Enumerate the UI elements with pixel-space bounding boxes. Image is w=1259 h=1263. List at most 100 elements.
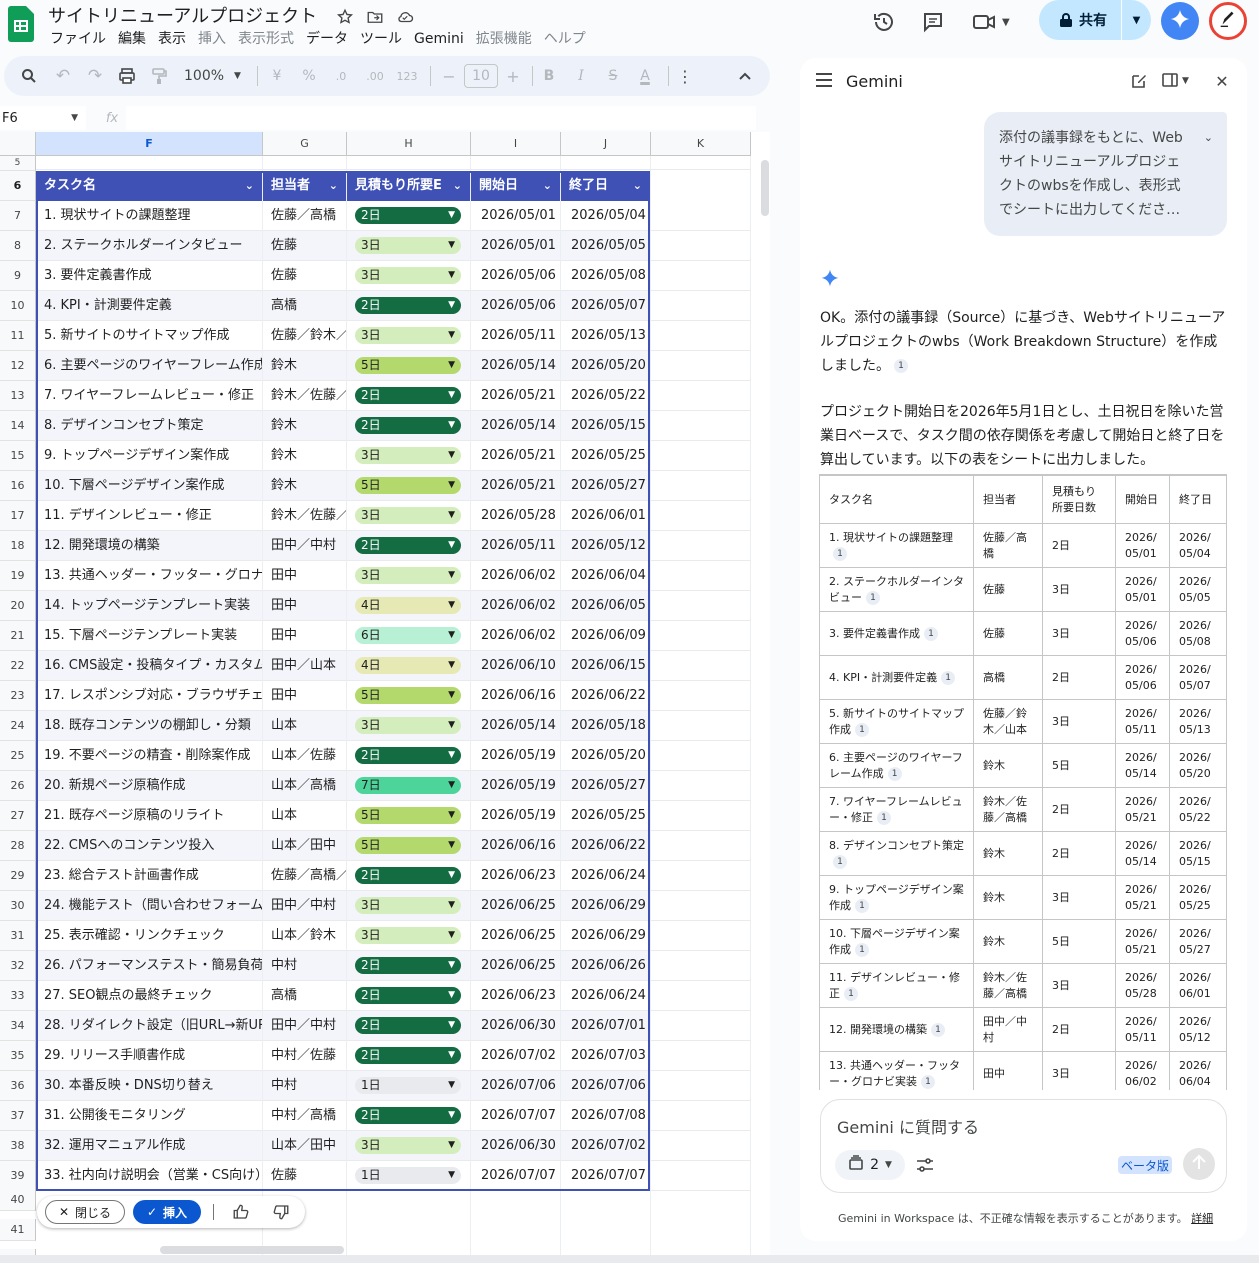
table-cell[interactable]: 高橋: [263, 981, 347, 1011]
table-cell[interactable]: 17. レスポンシブ対応・ブラウザチェック: [36, 681, 263, 711]
estimate-cell[interactable]: 2日 ▼: [347, 411, 471, 441]
table-cell[interactable]: 2026/06/24: [561, 861, 651, 891]
currency-format-button[interactable]: ¥: [266, 56, 288, 96]
menu-item[interactable]: 表示形式: [232, 28, 300, 50]
table-cell[interactable]: 2026/07/03: [561, 1041, 651, 1071]
empty-cell[interactable]: [651, 921, 751, 951]
row-header[interactable]: 24: [0, 711, 36, 741]
empty-cell[interactable]: [651, 351, 751, 381]
undo-icon[interactable]: ↶: [52, 56, 74, 96]
dropdown-chip[interactable]: 1日 ▼: [355, 1077, 461, 1094]
sheets-logo[interactable]: [8, 6, 34, 42]
table-cell[interactable]: 14. トップページテンプレート実装: [36, 591, 263, 621]
table-cell[interactable]: 6. 主要ページのワイヤーフレーム作成: [36, 351, 263, 381]
dropdown-chip[interactable]: 5日 ▼: [355, 837, 461, 854]
dropdown-chip[interactable]: 2日 ▼: [355, 387, 461, 404]
table-cell[interactable]: 2026/06/02: [471, 621, 561, 651]
dropdown-chip[interactable]: 6日 ▼: [355, 627, 461, 644]
more-formats-button[interactable]: 123: [394, 56, 420, 96]
row-header[interactable]: 21: [0, 621, 36, 651]
table-cell[interactable]: 16. CMS設定・投稿タイプ・カスタム: [36, 651, 263, 681]
table-cell[interactable]: 2026/07/01: [561, 1011, 651, 1041]
spreadsheet-grid[interactable]: FGHIJK 5 6 タスク名 ⌄ 担当者 ⌄ 見積もり所要E ⌄ 開始日 ⌄ 終了日 ⌄ 7 1. 現状…: [0, 132, 770, 1263]
estimate-cell[interactable]: 2日 ▼: [347, 381, 471, 411]
estimate-cell[interactable]: 3日 ▼: [347, 921, 471, 951]
table-cell[interactable]: 2026/05/20: [561, 351, 651, 381]
menu-item[interactable]: Gemini: [408, 28, 470, 50]
table-cell[interactable]: 2. ステークホルダーインタビュー: [36, 231, 263, 261]
table-cell[interactable]: 31. 公開後モニタリング: [36, 1101, 263, 1131]
meet-button[interactable]: ▼: [972, 8, 1010, 36]
thumbs-up-icon[interactable]: [229, 1200, 253, 1224]
table-cell[interactable]: 鈴木: [263, 471, 347, 501]
table-cell[interactable]: 2026/06/23: [471, 861, 561, 891]
font-size-decrease-icon[interactable]: −: [438, 56, 460, 96]
menu-item[interactable]: 挿入: [192, 28, 232, 50]
table-cell[interactable]: 山本／佐藤: [263, 741, 347, 771]
empty-cell[interactable]: [651, 801, 751, 831]
citation-chip[interactable]: 1: [866, 590, 880, 605]
table-cell[interactable]: 24. 機能テスト（問い合わせフォーム: [36, 891, 263, 921]
table-cell[interactable]: 田中: [263, 591, 347, 621]
table-cell[interactable]: 中村／高橋: [263, 1101, 347, 1131]
dropdown-chip[interactable]: 2日 ▼: [355, 207, 461, 224]
table-cell[interactable]: 26. パフォーマンステスト・簡易負荷: [36, 951, 263, 981]
row-header[interactable]: 5: [0, 156, 36, 171]
table-cell[interactable]: 2026/06/02: [471, 561, 561, 591]
dropdown-chip[interactable]: 2日 ▼: [355, 987, 461, 1004]
horizontal-scrollbar[interactable]: [160, 1246, 344, 1254]
estimate-cell[interactable]: 2日 ▼: [347, 1011, 471, 1041]
prompt-input-placeholder[interactable]: Gemini に質問する: [837, 1114, 979, 1138]
version-history-icon[interactable]: [870, 8, 898, 36]
paint-format-icon[interactable]: [148, 56, 170, 96]
table-cell[interactable]: 2026/06/29: [561, 891, 651, 921]
table-cell[interactable]: 田中／中村: [263, 891, 347, 921]
dropdown-chip[interactable]: 2日 ▼: [355, 957, 461, 974]
table-cell[interactable]: 佐藤／高橋／: [263, 861, 347, 891]
redo-icon[interactable]: ↷: [84, 56, 106, 96]
dropdown-chip[interactable]: 3日 ▼: [355, 237, 461, 254]
empty-cell[interactable]: [651, 291, 751, 321]
table-cell[interactable]: 2026/05/04: [561, 201, 651, 231]
table-cell[interactable]: 2026/06/04: [561, 561, 651, 591]
row-header[interactable]: 31: [0, 921, 36, 951]
table-cell[interactable]: 鈴木: [263, 441, 347, 471]
new-chat-icon[interactable]: [1128, 70, 1150, 92]
dropdown-chip[interactable]: 5日 ▼: [355, 687, 461, 704]
table-cell[interactable]: 2026/06/24: [561, 981, 651, 1011]
empty-cell[interactable]: [651, 681, 751, 711]
citation-chip[interactable]: 1: [921, 1074, 935, 1089]
select-all-corner[interactable]: [0, 132, 36, 156]
sources-chip[interactable]: 2 ▼: [835, 1150, 905, 1180]
row-header[interactable]: 15: [0, 441, 36, 471]
table-column-header[interactable]: 開始日 ⌄: [471, 171, 561, 201]
table-cell[interactable]: 2026/06/01: [561, 501, 651, 531]
table-cell[interactable]: 33. 社内向け説明会（営業・CS向け）: [36, 1161, 263, 1191]
table-cell[interactable]: 佐藤／高橋: [263, 201, 347, 231]
dropdown-chip[interactable]: 2日 ▼: [355, 1107, 461, 1124]
insert-button[interactable]: ✓ 挿入: [133, 1200, 201, 1224]
menu-item[interactable]: ヘルプ: [538, 28, 592, 50]
table-cell[interactable]: 2026/05/07: [561, 291, 651, 321]
table-cell[interactable]: 2026/07/07: [471, 1101, 561, 1131]
chevron-down-icon[interactable]: ⌄: [539, 171, 552, 201]
estimate-cell[interactable]: 2日 ▼: [347, 291, 471, 321]
empty-cell[interactable]: [651, 321, 751, 351]
row-header[interactable]: 23: [0, 681, 36, 711]
table-cell[interactable]: 7. ワイヤーフレームレビュー・修正: [36, 381, 263, 411]
table-cell[interactable]: 2026/06/30: [471, 1131, 561, 1161]
table-cell[interactable]: 18. 既存コンテンツの棚卸し・分類: [36, 711, 263, 741]
move-folder-icon[interactable]: [364, 6, 386, 28]
table-cell[interactable]: 19. 不要ページの精査・削除案作成: [36, 741, 263, 771]
table-cell[interactable]: 2026/07/07: [561, 1161, 651, 1191]
dropdown-chip[interactable]: 3日 ▼: [355, 267, 461, 284]
star-icon[interactable]: [334, 6, 356, 28]
table-cell[interactable]: 13. 共通ヘッダー・フッター・グロナビ: [36, 561, 263, 591]
row-header[interactable]: 41: [0, 1219, 36, 1241]
table-cell[interactable]: 23. 総合テスト計画書作成: [36, 861, 263, 891]
close-button[interactable]: ✕ 閉じる: [45, 1200, 125, 1224]
table-cell[interactable]: 8. デザインコンセプト策定: [36, 411, 263, 441]
menu-item[interactable]: ツール: [354, 28, 408, 50]
empty-cell[interactable]: [651, 471, 751, 501]
chevron-down-icon[interactable]: ⌄: [325, 171, 338, 201]
